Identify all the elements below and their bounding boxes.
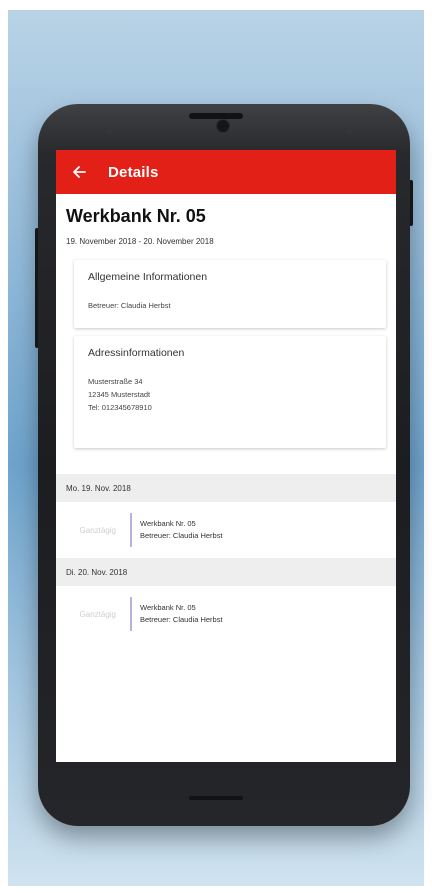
general-info-card: Allgemeine Informationen Betreuer: Claud… — [74, 260, 386, 328]
general-info-title: Allgemeine Informationen — [88, 271, 208, 283]
entry-title: Werkbank Nr. 05 — [140, 603, 196, 612]
schedule-entry[interactable]: Ganztägig Werkbank Nr. 05 Betreuer: Clau… — [56, 502, 396, 558]
details-header: Werkbank Nr. 05 19. November 2018 - 20. … — [56, 194, 396, 246]
app-screen: Details Werkbank Nr. 05 19. November 201… — [56, 150, 396, 762]
bottom-speaker — [189, 796, 243, 800]
schedule-entry[interactable]: Ganztägig Werkbank Nr. 05 Betreuer: Clau… — [56, 586, 396, 642]
front-camera — [216, 119, 230, 133]
time-label: Ganztägig — [79, 609, 116, 619]
timeline-bar — [130, 513, 132, 547]
address-info-card: Adressinformationen Musterstraße 34 1234… — [74, 336, 386, 448]
proximity-sensor — [106, 128, 112, 134]
timeline-bar — [130, 597, 132, 631]
address-street: Musterstraße 34 — [88, 377, 143, 386]
appbar-title: Details — [108, 163, 159, 181]
arrow-left-icon[interactable] — [72, 163, 90, 181]
day-header: Mo. 19. Nov. 2018 — [56, 474, 396, 502]
address-phone: Tel: 012345678910 — [88, 403, 152, 412]
address-city: 12345 Musterstadt — [88, 390, 151, 399]
time-label: Ganztägig — [79, 525, 116, 535]
light-sensor — [346, 128, 352, 134]
entry-details: Werkbank Nr. 05 Betreuer: Claudia Herbst — [140, 602, 223, 626]
day-header: Di. 20. Nov. 2018 — [56, 558, 396, 586]
app-bar: Details — [56, 150, 396, 194]
entry-details: Werkbank Nr. 05 Betreuer: Claudia Herbst — [140, 518, 223, 542]
page-title: Werkbank Nr. 05 — [66, 206, 206, 226]
earpiece — [189, 113, 243, 119]
entry-supervisor: Betreuer: Claudia Herbst — [140, 531, 223, 540]
entry-supervisor: Betreuer: Claudia Herbst — [140, 615, 223, 624]
address-info-title: Adressinformationen — [88, 347, 185, 359]
supervisor-text: Betreuer: Claudia Herbst — [88, 301, 171, 310]
date-range: 19. November 2018 - 20. November 2018 — [66, 237, 214, 246]
entry-title: Werkbank Nr. 05 — [140, 519, 196, 528]
